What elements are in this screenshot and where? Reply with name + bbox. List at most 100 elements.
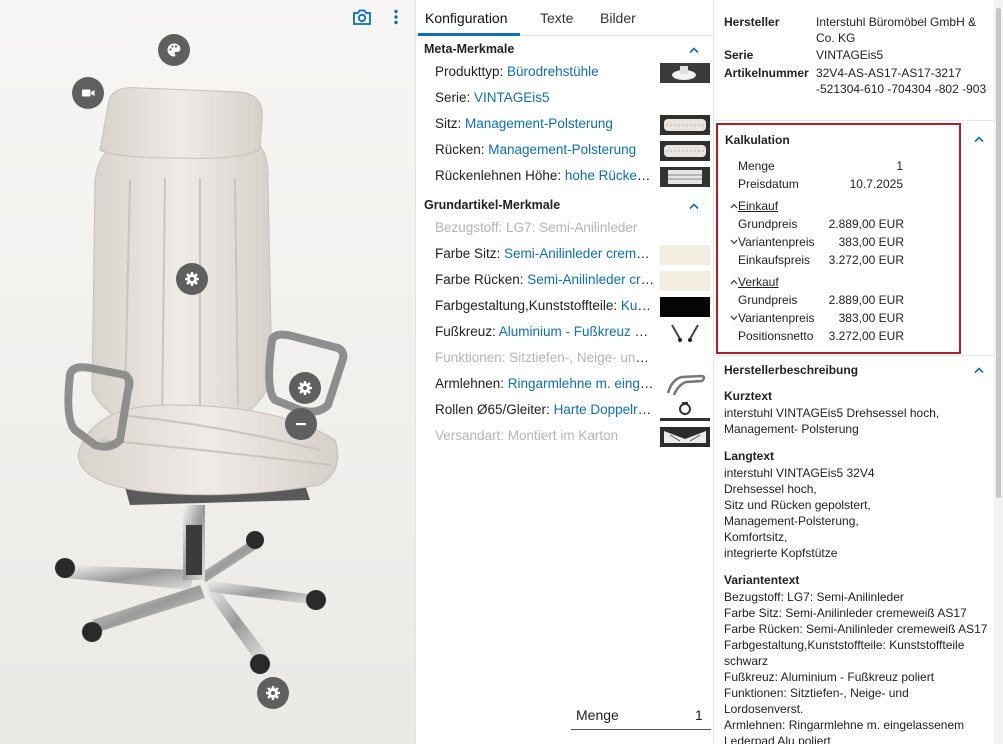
gear-icon bbox=[266, 686, 280, 700]
vk-variantenpreis-value: 383,00 EUR bbox=[838, 311, 904, 325]
chevron-up-icon[interactable] bbox=[973, 366, 985, 374]
chevron-up-icon[interactable] bbox=[688, 202, 700, 210]
vk-grundpreis-label: Grundpreis bbox=[738, 293, 798, 307]
chevron-up-icon[interactable] bbox=[973, 135, 985, 143]
artikelnummer-label: Artikelnummer bbox=[724, 66, 809, 80]
preisdatum-value: 10.7.2025 bbox=[849, 177, 903, 191]
config-row-ruecken[interactable]: Rücken: Management-Polsterung bbox=[435, 142, 655, 162]
config-row-produkttyp[interactable]: Produkttyp: Bürodrehstühle bbox=[435, 64, 655, 84]
chevron-down-icon[interactable] bbox=[730, 239, 738, 245]
divider bbox=[714, 120, 1003, 121]
einkauf-toggle[interactable]: Einkauf bbox=[738, 199, 778, 213]
backrest-settings-button[interactable] bbox=[176, 263, 208, 295]
palette-button[interactable] bbox=[158, 34, 190, 66]
herstellerbeschreibung-title: Herstellerbeschreibung bbox=[724, 363, 859, 377]
meta-section-title: Meta-Merkmale bbox=[424, 42, 515, 56]
config-row-armlehnen[interactable]: Armlehnen: Ringarmlehne m. eingelassenem… bbox=[435, 376, 655, 396]
divider bbox=[714, 355, 1003, 356]
video-camera-icon bbox=[82, 89, 95, 97]
vk-variantenpreis-label: Variantenpreis bbox=[738, 311, 815, 325]
ek-variantenpreis-label: Variantenpreis bbox=[738, 235, 815, 249]
config-row-farbe-sitz[interactable]: Farbe Sitz: Semi-Anilinleder cremeweiß A… bbox=[435, 246, 655, 266]
remove-button[interactable] bbox=[285, 408, 317, 440]
armrest-settings-button[interactable] bbox=[289, 372, 321, 404]
einkaufspreis-value: 3.272,00 EUR bbox=[828, 253, 904, 267]
config-row-funktionen: Funktionen: Sitztiefen-, Neige- und Lord… bbox=[435, 350, 655, 365]
gear-icon bbox=[185, 272, 199, 286]
thumbnail-armrest bbox=[666, 374, 706, 396]
swatch-black bbox=[660, 297, 710, 317]
kalkulation-section: Kalkulation Menge 1 Preisdatum 10.7.2025… bbox=[716, 123, 961, 354]
thumbnail-box bbox=[660, 427, 710, 447]
base-settings-button[interactable] bbox=[257, 677, 289, 709]
thumbnail-back bbox=[660, 141, 710, 161]
positionsnetto-value: 3.272,00 EUR bbox=[828, 329, 904, 343]
config-row-serie[interactable]: Serie: VINTAGEis5 bbox=[435, 90, 655, 110]
preisdatum-label: Preisdatum bbox=[738, 177, 799, 191]
chair-model-image bbox=[55, 87, 348, 674]
config-row-rollen[interactable]: Rollen Ø65/Gleiter: Harte Doppelrollen bbox=[435, 402, 655, 422]
menge-underline bbox=[571, 729, 711, 730]
chair-backrest bbox=[91, 87, 273, 436]
tab-konfiguration[interactable]: Konfiguration bbox=[425, 0, 508, 36]
swatch-cream bbox=[660, 245, 710, 265]
variantentext-value: Bezugstoff: LG7: Semi-Anilinleder Farbe … bbox=[724, 590, 988, 744]
chair-base bbox=[55, 505, 326, 674]
config-row-sitz[interactable]: Sitz: Management-Polsterung bbox=[435, 116, 655, 136]
product-3d-viewer[interactable] bbox=[0, 0, 415, 744]
thumbnail-backrest-height bbox=[660, 167, 710, 187]
thumbnail-chair bbox=[660, 63, 710, 83]
positionsnetto-label: Positionsnetto bbox=[738, 329, 814, 343]
grundartikel-section-title: Grundartikel-Merkmale bbox=[424, 198, 561, 212]
langtext-label: Langtext bbox=[724, 449, 775, 463]
minus-icon bbox=[296, 423, 306, 426]
thumbnail-seat bbox=[660, 115, 710, 135]
config-row-farbgestaltung[interactable]: Farbgestaltung,Kunststoffteile: Kunststo… bbox=[435, 298, 655, 318]
variantentext-label: Variantentext bbox=[724, 573, 800, 587]
kalkulation-title: Kalkulation bbox=[725, 133, 790, 147]
config-row-fusskreuz[interactable]: Fußkreuz: Aluminium - Fußkreuz poliert bbox=[435, 324, 655, 344]
einkaufspreis-label: Einkaufspreis bbox=[738, 253, 811, 267]
swatch-cream bbox=[660, 271, 710, 291]
verkauf-toggle[interactable]: Verkauf bbox=[738, 275, 779, 289]
menge-input[interactable]: 1 bbox=[695, 707, 703, 723]
hersteller-value: Interstuhl Büromöbel GmbH & Co. KG bbox=[816, 15, 977, 45]
kalk-menge-label: Menge bbox=[738, 159, 775, 173]
ek-variantenpreis-value: 383,00 EUR bbox=[838, 235, 904, 249]
config-row-bezugstoff: Bezugstoff: LG7: Semi-Anilinleder bbox=[435, 220, 638, 235]
kurztext-value: interstuhl VINTAGEis5 Drehsessel hoch, M… bbox=[724, 406, 940, 436]
palette-icon bbox=[167, 43, 181, 57]
chevron-up-icon[interactable] bbox=[730, 279, 738, 285]
more-vertical-icon[interactable] bbox=[391, 8, 401, 26]
artikelnummer-value: 32V4-AS-AS17-AS17-3217 -521304-610 -7043… bbox=[816, 66, 987, 96]
tab-bar: Konfiguration Texte Bilder bbox=[416, 0, 713, 36]
details-panel: Hersteller Interstuhl Büromöbel GmbH & C… bbox=[714, 0, 1003, 744]
kalk-menge-value: 1 bbox=[896, 159, 903, 173]
serie-label: Serie bbox=[724, 48, 754, 62]
menge-label: Menge bbox=[576, 707, 619, 723]
configurator-app: Konfiguration Texte Bilder Meta-Merkmale… bbox=[0, 0, 1003, 744]
camera-icon[interactable] bbox=[352, 8, 372, 26]
ek-grundpreis-label: Grundpreis bbox=[738, 217, 798, 231]
active-tab-indicator bbox=[418, 33, 520, 36]
chevron-up-icon[interactable] bbox=[688, 46, 700, 54]
gear-icon bbox=[298, 381, 312, 395]
chevron-down-icon[interactable] bbox=[730, 315, 738, 321]
kurztext-label: Kurztext bbox=[724, 389, 773, 403]
camera-view-button[interactable] bbox=[72, 77, 104, 109]
serie-value: VINTAGEis5 bbox=[816, 48, 884, 62]
config-row-versandart: Versandart: Montiert im Karton bbox=[435, 428, 619, 443]
tab-texte[interactable]: Texte bbox=[540, 0, 573, 36]
vk-grundpreis-value: 2.889,00 EUR bbox=[828, 293, 904, 307]
tab-bilder[interactable]: Bilder bbox=[600, 0, 636, 36]
config-row-rueckenlehnen-hoehe[interactable]: Rückenlehnen Höhe: hohe Rückenlehne bbox=[435, 168, 655, 188]
thumbnail-castor bbox=[660, 402, 710, 421]
scrollbar-thumb[interactable] bbox=[996, 8, 1001, 498]
configuration-panel: Konfiguration Texte Bilder Meta-Merkmale… bbox=[415, 0, 714, 744]
langtext-value: interstuhl VINTAGEis5 32V4 Drehsessel ho… bbox=[724, 466, 875, 560]
config-row-farbe-ruecken[interactable]: Farbe Rücken: Semi-Anilinleder cremeweiß… bbox=[435, 272, 655, 292]
hersteller-label: Hersteller bbox=[724, 15, 780, 29]
ek-grundpreis-value: 2.889,00 EUR bbox=[828, 217, 904, 231]
thumbnail-base bbox=[671, 324, 699, 342]
chevron-up-icon[interactable] bbox=[730, 203, 738, 209]
